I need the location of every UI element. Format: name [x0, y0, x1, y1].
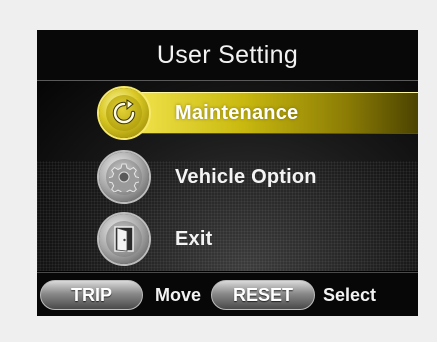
menu-item-exit[interactable]: Exit	[37, 210, 418, 268]
reset-hint: Select	[323, 284, 377, 305]
screen-title: User Setting	[156, 40, 299, 69]
menu-item-label: Exit	[175, 227, 213, 250]
menu-list: Maintenance Vehicle Option Exit	[37, 81, 418, 271]
cluster-display: User Setting Maintenance Vehicle Option …	[37, 30, 418, 316]
button-hint-bar: TRIP Move RESET Select	[37, 272, 418, 316]
menu-item-maintenance[interactable]: Maintenance	[37, 84, 418, 142]
maintenance-icon	[99, 88, 149, 138]
menu-item-label: Vehicle Option	[175, 165, 317, 188]
trip-hint: Move	[155, 284, 202, 305]
gear-icon	[99, 152, 149, 202]
menu-item-label: Maintenance	[175, 101, 299, 124]
reset-button[interactable]: RESET	[211, 280, 316, 310]
exit-door-icon	[99, 214, 149, 264]
title-bar: User Setting	[37, 30, 418, 81]
trip-button[interactable]: TRIP	[40, 280, 143, 310]
menu-item-vehicle-option[interactable]: Vehicle Option	[37, 148, 418, 206]
